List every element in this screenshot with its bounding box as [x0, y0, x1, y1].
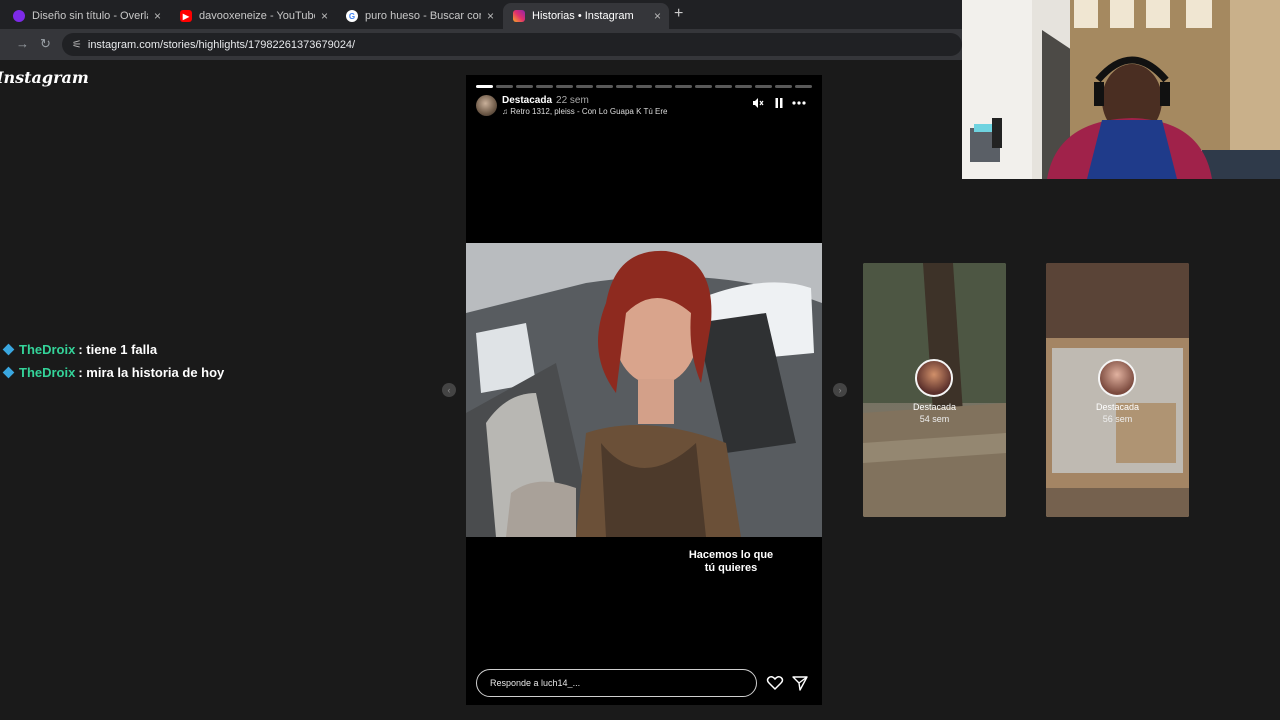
url-text: instagram.com/stories/highlights/1798226… — [87, 38, 356, 51]
instagram-icon — [513, 10, 525, 22]
close-icon[interactable]: × — [321, 9, 328, 23]
site-settings-icon[interactable]: ⚟ — [72, 38, 82, 51]
url-field[interactable]: ⚟ instagram.com/stories/highlights/17982… — [62, 33, 962, 56]
google-icon: G — [346, 10, 358, 22]
tab-title: Diseño sin título - Overlay para — [32, 10, 148, 22]
progress-segment — [495, 85, 513, 88]
new-tab-button[interactable]: + — [674, 5, 683, 23]
chat-badge-icon — [2, 366, 15, 379]
progress-segment — [615, 85, 633, 88]
highlight-preview-card[interactable]: Destacada 56 sem — [1046, 263, 1189, 517]
story-time: 22 sem — [556, 95, 589, 106]
tab-title: Historias • Instagram — [532, 10, 634, 22]
webcam-overlay — [962, 0, 1280, 179]
progress-segment — [735, 85, 753, 88]
progress-segment — [635, 85, 653, 88]
tab-google[interactable]: G puro hueso - Buscar con Google × — [336, 3, 502, 29]
chat-message: TheDroix : tiene 1 falla — [2, 342, 158, 357]
tab-youtube[interactable]: ▶ davooxeneize - YouTube × — [170, 3, 336, 29]
tab-canva[interactable]: Diseño sin título - Overlay para × — [3, 3, 169, 29]
progress-segment — [555, 85, 573, 88]
highlight-name: Destacada — [1095, 402, 1140, 412]
highlight-time: 54 sem — [919, 414, 950, 424]
story-header: Destacada 22 sem ♫ Retro 1312, pleiss - C… — [476, 95, 812, 117]
reply-input[interactable] — [476, 669, 757, 697]
highlight-time: 56 sem — [1102, 414, 1133, 424]
progress-segment — [715, 85, 733, 88]
chat-username: TheDroix — [19, 342, 76, 357]
chat-text: : tiene 1 falla — [78, 342, 158, 357]
progress-segment — [655, 85, 673, 88]
avatar — [1098, 359, 1136, 397]
canva-icon — [13, 10, 25, 22]
chat-badge-icon — [2, 343, 15, 356]
progress-segment — [535, 85, 553, 88]
forward-icon[interactable]: → — [16, 36, 29, 51]
progress-segment — [595, 85, 613, 88]
webcam-feed-illustration — [962, 0, 1280, 179]
story-photo-illustration — [466, 243, 822, 537]
progress-segment — [476, 85, 493, 88]
tab-instagram[interactable]: Historias • Instagram × — [503, 3, 669, 29]
progress-segment — [755, 85, 773, 88]
story-caption: Hacemos lo que tú quieres — [676, 549, 786, 575]
story-username[interactable]: Destacada 22 sem — [502, 95, 589, 106]
instagram-logo[interactable]: Instagram — [0, 68, 89, 87]
previous-story-button[interactable]: ‹ — [442, 383, 456, 397]
story-photo[interactable] — [466, 243, 822, 537]
avatar — [915, 359, 953, 397]
progress-segment — [775, 85, 792, 88]
music-icon: ♫ — [502, 107, 511, 116]
progress-segment — [695, 85, 713, 88]
music-label[interactable]: ♫ Retro 1312, pleiss - Con Lo Guapa K Tú… — [502, 107, 668, 116]
highlight-preview-card[interactable]: Destacada 54 sem — [863, 263, 1006, 517]
next-story-button[interactable]: › — [833, 383, 847, 397]
tab-title: puro hueso - Buscar con Google — [365, 10, 481, 22]
close-icon[interactable]: × — [487, 9, 494, 23]
send-icon[interactable] — [791, 674, 809, 692]
close-icon[interactable]: × — [654, 9, 661, 23]
youtube-icon: ▶ — [180, 10, 192, 22]
highlight-name: Destacada — [912, 402, 957, 412]
chat-message: TheDroix : mira la historia de hoy — [2, 365, 225, 380]
username-text: Destacada — [502, 95, 553, 106]
caption-line: tú quieres — [704, 562, 758, 574]
progress-segment — [575, 85, 593, 88]
reload-icon[interactable]: ↻ — [40, 36, 51, 52]
caption-line: Hacemos lo que — [688, 549, 774, 561]
close-icon[interactable]: × — [154, 9, 161, 23]
progress-segment — [675, 85, 693, 88]
music-title: Retro 1312, pleiss - Con Lo Guapa K Tú E… — [510, 107, 668, 116]
pause-icon[interactable] — [773, 97, 785, 112]
story-viewer: Destacada 22 sem ♫ Retro 1312, pleiss - C… — [466, 75, 822, 705]
progress-segment — [795, 85, 812, 88]
avatar[interactable] — [476, 95, 497, 116]
more-options-icon[interactable] — [792, 97, 806, 112]
mute-icon[interactable] — [752, 97, 764, 112]
progress-segment — [515, 85, 533, 88]
chat-username: TheDroix — [19, 365, 76, 380]
chat-text: : mira la historia de hoy — [78, 365, 225, 380]
story-progress-bar — [476, 85, 812, 88]
tab-title: davooxeneize - YouTube — [199, 10, 315, 22]
heart-icon[interactable] — [766, 674, 784, 692]
